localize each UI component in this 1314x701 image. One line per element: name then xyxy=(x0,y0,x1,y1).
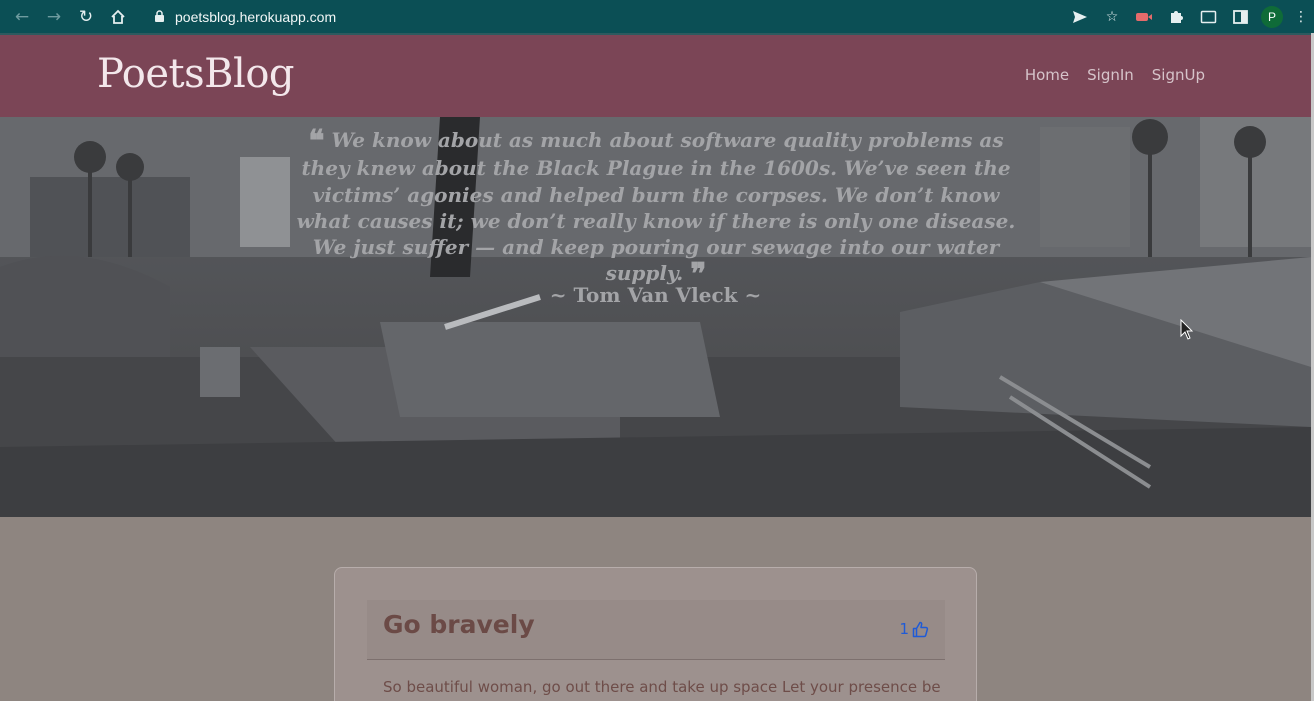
star-icon[interactable]: ☆ xyxy=(1096,0,1128,33)
hero-quote-author: ~ Tom Van Vleck ~ xyxy=(549,283,762,307)
side-panel-icon[interactable] xyxy=(1224,0,1256,33)
extension-record-icon[interactable] xyxy=(1128,0,1160,33)
back-icon[interactable]: ← xyxy=(8,3,36,31)
site-header: PoetsBlog Home SignIn SignUp xyxy=(0,33,1311,117)
home-icon[interactable] xyxy=(104,3,132,31)
cast-icon[interactable] xyxy=(1192,0,1224,33)
post-card-header: Go bravely 1 xyxy=(367,600,945,660)
hero-banner: ❝ We know about as much about software q… xyxy=(0,117,1311,517)
mouse-cursor-icon xyxy=(1180,319,1194,340)
url-text: poetsblog.herokuapp.com xyxy=(175,8,337,25)
lock-icon xyxy=(151,9,167,25)
like-button[interactable]: 1 xyxy=(899,620,929,638)
main-nav: Home SignIn SignUp xyxy=(1007,66,1205,84)
like-count: 1 xyxy=(899,620,909,638)
puzzle-icon[interactable] xyxy=(1160,0,1192,33)
forward-icon[interactable]: → xyxy=(40,3,68,31)
browser-toolbar: ← → ↻ poetsblog.herokuapp.com ☆ P ⋮ xyxy=(0,0,1314,33)
quote-open-icon: ❝ xyxy=(308,124,325,159)
post-excerpt: So beautiful woman, go out there and tak… xyxy=(383,678,941,696)
post-card: Go bravely 1 So beautiful woman, go out … xyxy=(334,567,977,701)
nav-signup-link[interactable]: SignUp xyxy=(1152,66,1205,84)
menu-dots-icon[interactable]: ⋮ xyxy=(1288,0,1314,33)
profile-avatar[interactable]: P xyxy=(1256,0,1288,33)
hero-quote-text: We know about as much about software qua… xyxy=(296,128,1016,286)
hero-quote: ❝ We know about as much about software q… xyxy=(290,124,1022,290)
nav-signin-link[interactable]: SignIn xyxy=(1087,66,1134,84)
thumbs-up-icon xyxy=(912,621,929,637)
address-bar[interactable]: poetsblog.herokuapp.com xyxy=(141,3,1141,30)
send-icon[interactable] xyxy=(1064,0,1096,33)
nav-home-link[interactable]: Home xyxy=(1025,66,1069,84)
site-brand[interactable]: PoetsBlog xyxy=(97,51,295,97)
post-title[interactable]: Go bravely xyxy=(383,610,535,639)
reload-icon[interactable]: ↻ xyxy=(72,3,100,31)
